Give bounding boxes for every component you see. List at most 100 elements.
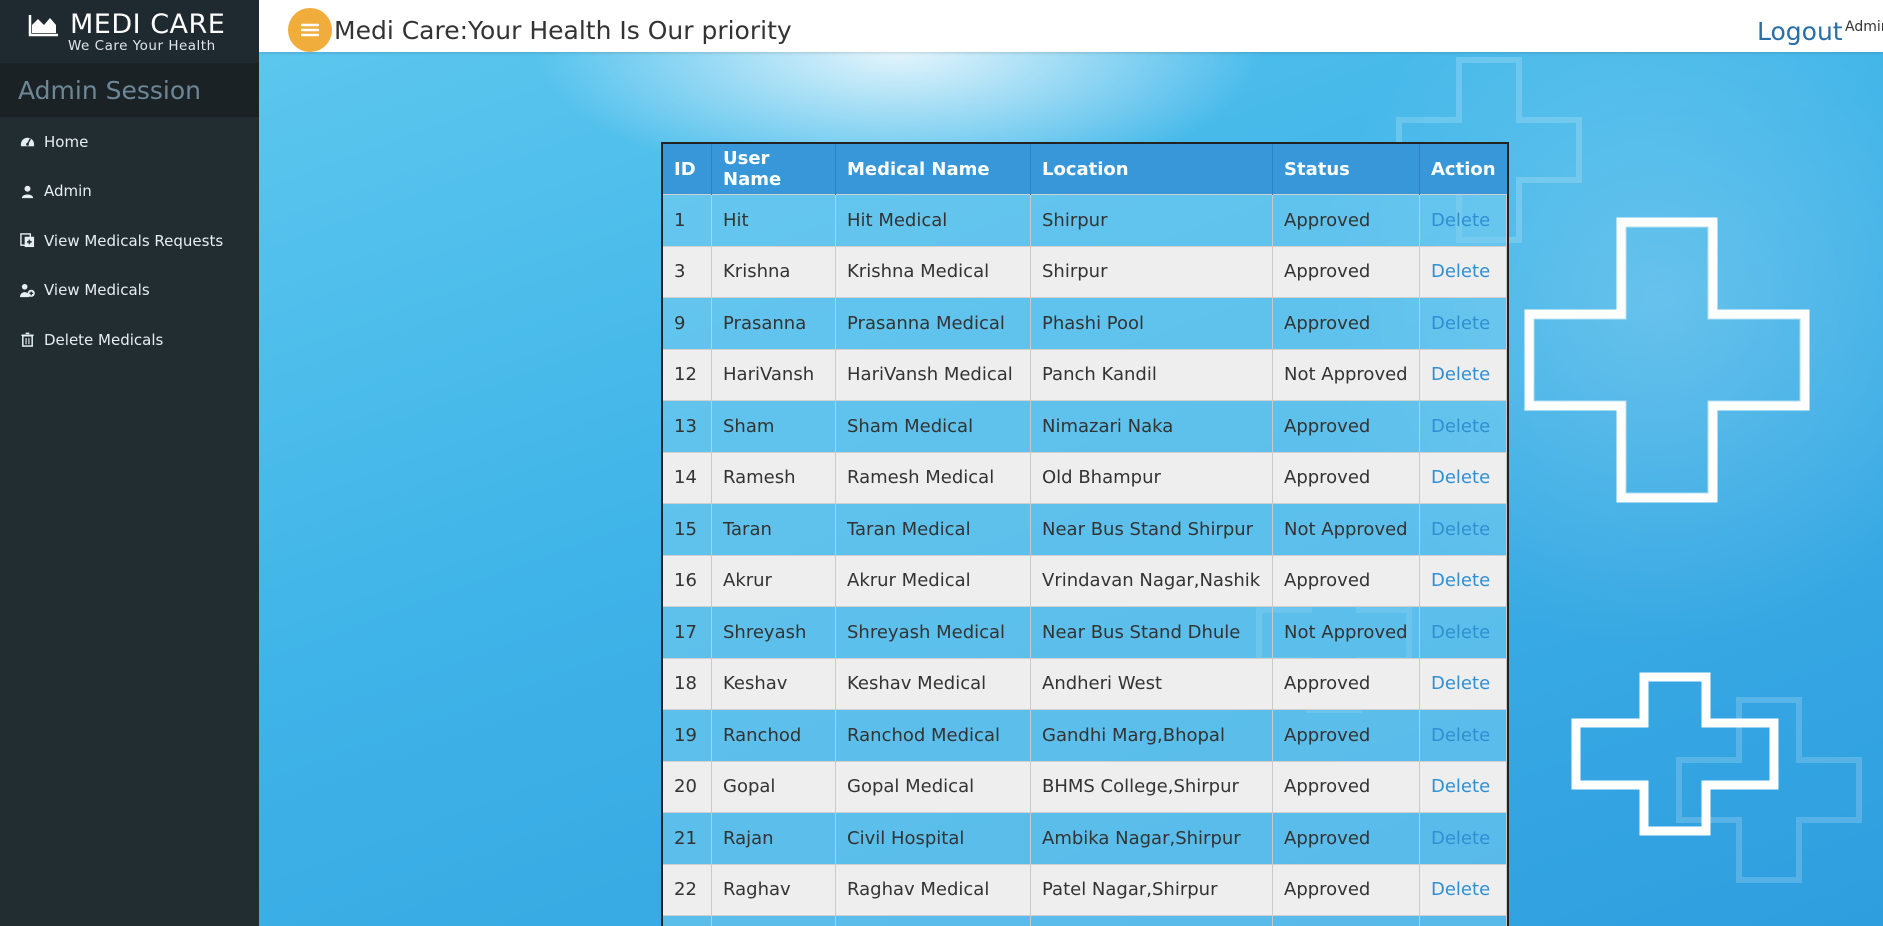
column-header-status: Status	[1272, 144, 1420, 195]
medicals-table-container: ID User Name Medical Name Location Statu…	[661, 142, 1510, 926]
cell-location: Panch Kandil	[1030, 348, 1273, 401]
medical-request-icon	[20, 233, 35, 248]
cell-location: Phashi Pool	[1030, 297, 1273, 349]
delete-link[interactable]: Delete	[1419, 657, 1508, 710]
table-header-row: ID User Name Medical Name Location Statu…	[663, 144, 1507, 195]
table-header: ID User Name Medical Name Location Statu…	[663, 144, 1507, 195]
cell-medical-name: Shreyash Medical	[835, 606, 1031, 658]
cell-medical-name: Taran Medical	[835, 503, 1031, 555]
cell-user-name: Shreyash	[711, 606, 836, 658]
cell-status: Approved	[1272, 709, 1420, 761]
delete-link[interactable]: Delete	[1419, 194, 1508, 246]
cell-status: Approved	[1272, 863, 1420, 916]
cell-location: Ambika Nagar,Shirpur	[1030, 812, 1273, 864]
delete-link[interactable]: Delete	[1419, 760, 1508, 813]
delete-link[interactable]: Delete	[1419, 503, 1508, 555]
cell-location: BHMS College,Shirpur	[1030, 760, 1273, 813]
session-label: Admin Session	[0, 63, 259, 117]
cell-status: Approved	[1272, 245, 1420, 298]
brand-title: MEDI CARE	[70, 9, 226, 40]
cell-status: Approved	[1272, 760, 1420, 813]
delete-link[interactable]: Delete	[1419, 245, 1508, 298]
table-row: 3 Krishna Krishna Medical Shirpur Approved De…	[663, 245, 1508, 298]
sidebar-item-label: View Medicals Requests	[44, 231, 224, 250]
cell-location: Vrindavan Nagar,Nashik	[1030, 554, 1273, 607]
delete-link[interactable]: Delete	[1419, 297, 1508, 349]
trash-icon	[21, 332, 34, 348]
table-row: 21 Rajan Civil Hospital Ambika Nagar,Shirpu…	[663, 812, 1508, 864]
cell-medical-name: Keshav Medical	[835, 657, 1031, 710]
cell-medical-name: Civil Hospital	[835, 812, 1031, 864]
cell-id: 19	[663, 709, 712, 761]
column-header-action: Action	[1419, 144, 1507, 195]
cell-medical-name: Hit Medical	[835, 194, 1031, 246]
cell-status: Not Approved	[1272, 348, 1420, 401]
cell-status: Approved	[1272, 400, 1420, 452]
cell-location: Nimazari Naka	[1030, 915, 1273, 926]
cell-user-name: Rajan	[711, 812, 836, 864]
cell-id: 23	[663, 915, 712, 926]
page-title: Medi Care:Your Health Is Our priority	[334, 16, 792, 45]
cell-id: 16	[663, 554, 712, 607]
main-content: Medi Care:Your Health Is Our priority Lo…	[259, 0, 1883, 926]
delete-link[interactable]: Delete	[1419, 606, 1508, 658]
cell-medical-name: Krishna Medical	[835, 245, 1031, 298]
cell-user-name: Taran	[711, 503, 836, 555]
sidebar-item-admin[interactable]: Admin	[0, 167, 259, 217]
cell-user-name: Krishna	[711, 245, 836, 298]
cell-location: Old Bhampur	[1030, 451, 1273, 504]
cell-status: Approved	[1272, 554, 1420, 607]
cell-id: 21	[663, 812, 712, 864]
table-row: 15 Taran Taran Medical Near Bus Stand Shirp…	[663, 503, 1508, 555]
cell-id: 17	[663, 606, 712, 658]
cell-medical-name: Ranchod Medical	[835, 709, 1031, 761]
cell-user-name: Gopal	[711, 760, 836, 813]
table-row: 22 Raghav Raghav Medical Patel Nagar,Shirpu…	[663, 863, 1508, 916]
cell-location: Patel Nagar,Shirpur	[1030, 863, 1273, 916]
delete-link[interactable]: Delete	[1419, 812, 1508, 864]
sidebar-item-view-medicals[interactable]: View Medicals	[0, 266, 259, 316]
table-row: 18 Keshav Keshav Medical Andheri West Approv…	[663, 657, 1508, 710]
cell-user-name: HariVansh	[711, 348, 836, 401]
delete-link[interactable]: Delete	[1419, 709, 1508, 761]
table-row: 14 Ramesh Ramesh Medical Old Bhampur Approve…	[663, 451, 1508, 504]
logout-link[interactable]: Logout	[1757, 17, 1843, 46]
cell-location: Shirpur	[1030, 245, 1273, 298]
menu-toggle-button[interactable]	[288, 8, 332, 52]
sidebar-item-view-medicals-requests[interactable]: View Medicals Requests	[0, 216, 259, 266]
column-header-user-name: User Name	[711, 144, 836, 195]
delete-link[interactable]: Delete	[1419, 915, 1508, 926]
cell-user-name: Akrur	[711, 554, 836, 607]
table-row: 9 Prasanna Prasanna Medical Phashi Pool Appr…	[663, 297, 1508, 349]
delete-link[interactable]: Delete	[1419, 863, 1508, 916]
sidebar-item-delete-medicals[interactable]: Delete Medicals	[0, 315, 259, 365]
delete-link[interactable]: Delete	[1419, 451, 1508, 504]
sidebar-item-home[interactable]: Home	[0, 117, 259, 167]
table-row: 12 HariVansh HariVansh Medical Panch Kandil…	[663, 348, 1508, 401]
delete-link[interactable]: Delete	[1419, 400, 1508, 452]
cell-location: Andheri West	[1030, 657, 1273, 710]
sidebar-item-label: View Medicals	[44, 281, 150, 300]
brand[interactable]: MEDI CARE We Care Your Health	[0, 0, 259, 63]
sidebar-nav: Home Admin View Medicals Requests View M…	[0, 117, 259, 365]
cell-medical-name: Gopal Medical	[835, 760, 1031, 813]
cell-id: 3	[663, 245, 712, 298]
medical-user-icon	[20, 283, 35, 297]
delete-link[interactable]: Delete	[1419, 348, 1508, 401]
table-row: 17 Shreyash Shreyash Medical Near Bus Stand…	[663, 606, 1508, 658]
table-row: 16 Akrur Akrur Medical Vrindavan Nagar,Nash…	[663, 554, 1508, 607]
sidebar-item-label: Delete Medicals	[44, 330, 164, 349]
table-row: 13 Sham Sham Medical Nimazari Naka Approved D…	[663, 400, 1508, 452]
cell-id: 1	[663, 194, 712, 246]
cell-user-name: Ranchod	[711, 709, 836, 761]
sidebar: MEDI CARE We Care Your Health Admin Sess…	[0, 0, 259, 926]
sidebar-item-label: Home	[44, 132, 89, 151]
cell-user-name: Prasanna	[711, 297, 836, 349]
delete-link[interactable]: Delete	[1419, 554, 1508, 607]
brand-subtitle: We Care Your Health	[68, 38, 216, 54]
table-row: 20 Gopal Gopal Medical BHMS College,Shirpur…	[663, 760, 1508, 813]
cell-location: Shirpur	[1030, 194, 1273, 246]
table-row: 19 Ranchod Ranchod Medical Gandhi Marg,Bhop…	[663, 709, 1508, 761]
cell-user-name: Keshav	[711, 657, 836, 710]
table-body: 1 Hit Hit Medical Shirpur Approved Delete 3 Kri…	[663, 194, 1508, 926]
